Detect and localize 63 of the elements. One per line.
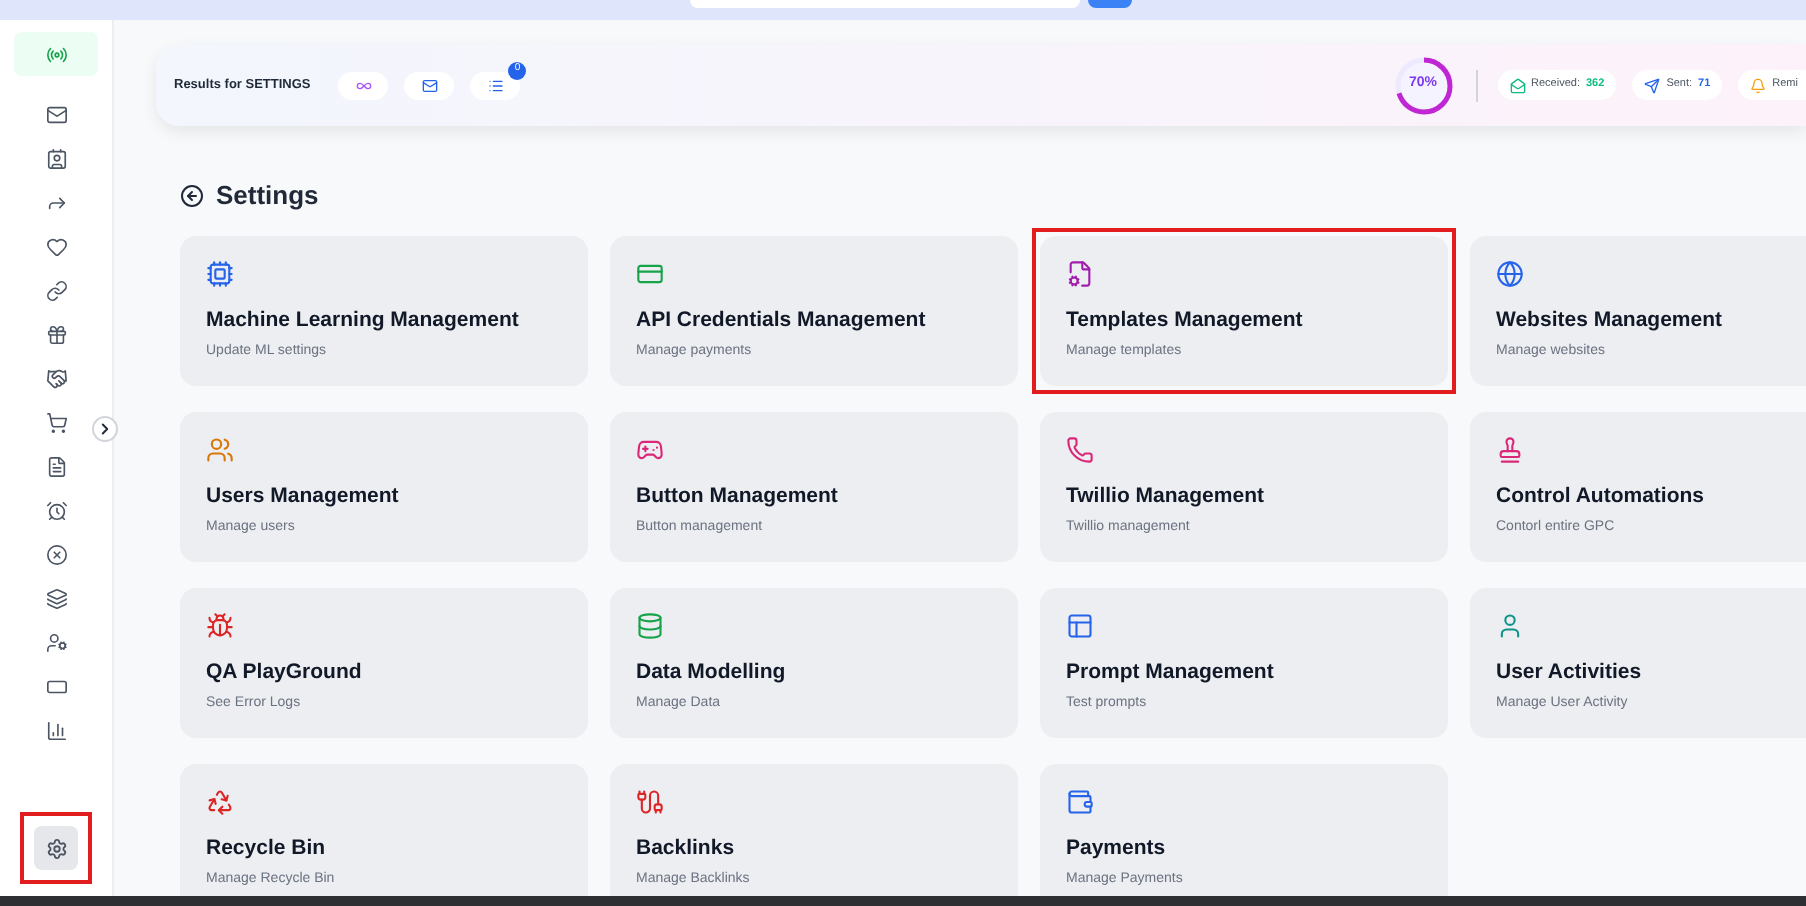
stamp-icon bbox=[1496, 435, 1524, 463]
filter-button[interactable] bbox=[470, 71, 521, 99]
document-icon bbox=[45, 455, 67, 477]
mail-icon bbox=[421, 77, 438, 93]
user-gear-icon bbox=[45, 631, 67, 653]
card-title: Prompt Management bbox=[1066, 657, 1276, 687]
card-title: Payments bbox=[1066, 833, 1168, 863]
list-icon bbox=[487, 77, 504, 93]
settings-icon bbox=[45, 837, 67, 859]
card-title: Data Modelling bbox=[636, 657, 788, 687]
users-icon bbox=[206, 435, 234, 463]
cart-icon bbox=[45, 411, 67, 433]
filter-button[interactable] bbox=[404, 71, 455, 99]
mail-icon bbox=[45, 103, 67, 125]
recycle-icon bbox=[206, 787, 234, 815]
contact-card-icon bbox=[45, 147, 67, 169]
card-title: Websites Management bbox=[1496, 305, 1725, 335]
alarm-icon bbox=[45, 499, 67, 521]
radio-icon bbox=[45, 43, 67, 65]
card-title: Control Automations bbox=[1496, 481, 1707, 511]
handshake-icon bbox=[45, 367, 67, 389]
wallet-icon bbox=[1066, 787, 1094, 815]
rectangle-icon bbox=[45, 675, 67, 697]
infinity-icon bbox=[355, 77, 372, 93]
card-title: API Credentials Management bbox=[636, 305, 928, 335]
bug-icon bbox=[206, 611, 234, 639]
x-circle-icon bbox=[45, 543, 67, 565]
bar-chart-icon bbox=[45, 719, 67, 741]
chevron-right-icon bbox=[96, 420, 114, 438]
card-title: Machine Learning Management bbox=[206, 305, 521, 335]
back-icon[interactable] bbox=[180, 183, 204, 208]
gamepad-icon bbox=[636, 435, 664, 463]
card-title: Users Management bbox=[206, 481, 401, 511]
card-title: Backlinks bbox=[636, 833, 737, 863]
link-icon bbox=[45, 279, 67, 301]
layers-icon bbox=[45, 587, 67, 609]
card-title: Button Management bbox=[636, 481, 840, 511]
expand-button[interactable] bbox=[92, 416, 118, 442]
send-icon bbox=[1644, 77, 1661, 93]
file-gear-icon bbox=[1066, 259, 1094, 287]
chip-icon bbox=[206, 259, 234, 287]
open-mail-icon bbox=[1509, 77, 1526, 93]
globe-icon bbox=[1496, 259, 1524, 287]
gift-icon bbox=[45, 323, 67, 345]
address-field[interactable] bbox=[690, 0, 1080, 8]
card-title: User Activities bbox=[1496, 657, 1644, 687]
toolbar-button[interactable] bbox=[1088, 0, 1132, 8]
progress-ring bbox=[1391, 53, 1456, 117]
settings-button[interactable] bbox=[34, 826, 78, 870]
phone-icon bbox=[1066, 435, 1094, 463]
database-icon bbox=[636, 611, 664, 639]
card-title: Recycle Bin bbox=[206, 833, 328, 863]
cable-icon bbox=[636, 787, 664, 815]
page-title: Settings bbox=[216, 178, 319, 214]
panels-icon bbox=[1066, 611, 1094, 639]
heart-icon bbox=[45, 235, 67, 257]
card-title: QA PlayGround bbox=[206, 657, 364, 687]
filter-button[interactable] bbox=[338, 71, 389, 99]
card-title: Templates Management bbox=[1066, 305, 1305, 335]
card-title: Twillio Management bbox=[1066, 481, 1266, 511]
user-icon bbox=[1496, 611, 1524, 639]
bell-icon bbox=[1750, 77, 1767, 93]
card-icon bbox=[636, 259, 664, 287]
